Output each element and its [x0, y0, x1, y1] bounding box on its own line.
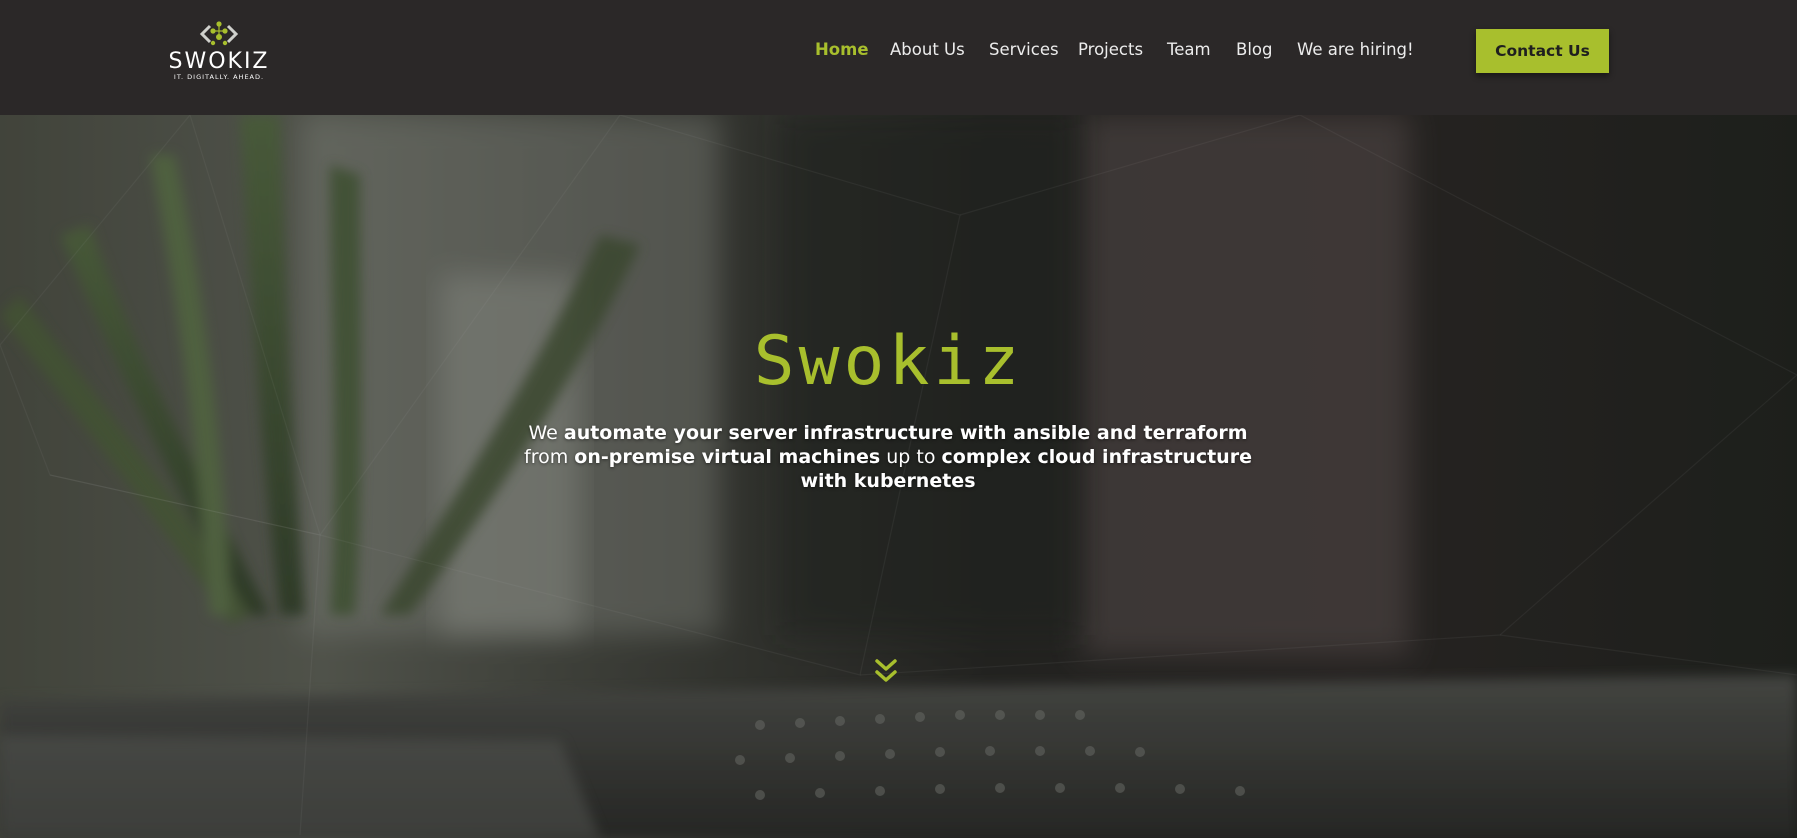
hero-text: from — [524, 446, 575, 468]
hero-text-bold: complex cloud infrastructure — [941, 446, 1252, 468]
nav-item-we-are-hiring[interactable]: We are hiring! — [1297, 38, 1414, 62]
hero-subtitle-line-3: with kubernetes — [488, 469, 1288, 493]
hero-text: up to — [880, 446, 942, 468]
contact-us-button[interactable]: Contact Us — [1476, 29, 1609, 73]
site-header: SWOKIZ IT. DIGITALLY. AHEAD. Home About … — [0, 0, 1797, 115]
nav-item-about-us[interactable]: About Us — [890, 38, 965, 62]
logo-mark-icon — [199, 21, 239, 46]
hero-text-bold: on-premise virtual machines — [574, 446, 881, 468]
hero-text-bold: with kubernetes — [800, 470, 976, 492]
hero-subtitle: We automate your server infrastructure w… — [488, 421, 1288, 493]
nav-item-projects[interactable]: Projects — [1078, 38, 1143, 62]
page: SWOKIZ IT. DIGITALLY. AHEAD. Home About … — [0, 0, 1797, 838]
logo[interactable]: SWOKIZ IT. DIGITALLY. AHEAD. — [166, 18, 272, 84]
nav-item-home[interactable]: Home — [815, 38, 869, 62]
logo-wordmark: SWOKIZ — [168, 49, 270, 74]
nav-item-team[interactable]: Team — [1167, 38, 1211, 62]
logo-tagline: IT. DIGITALLY. AHEAD. — [173, 73, 265, 81]
hero-subtitle-line-2: from on-premise virtual machines up to c… — [488, 445, 1288, 469]
hero-text: We — [528, 422, 564, 444]
nav-item-blog[interactable]: Blog — [1236, 38, 1272, 62]
nav-item-services[interactable]: Services — [989, 38, 1059, 62]
hero-title: Swokiz — [753, 322, 1024, 401]
hero-section: Swokiz We automate your server infrastru… — [0, 115, 1797, 838]
hero-text-bold: automate your server infrastructure with… — [563, 422, 1248, 444]
double-chevron-down-icon[interactable] — [873, 657, 899, 685]
hero-subtitle-line-1: We automate your server infrastructure w… — [488, 421, 1288, 445]
